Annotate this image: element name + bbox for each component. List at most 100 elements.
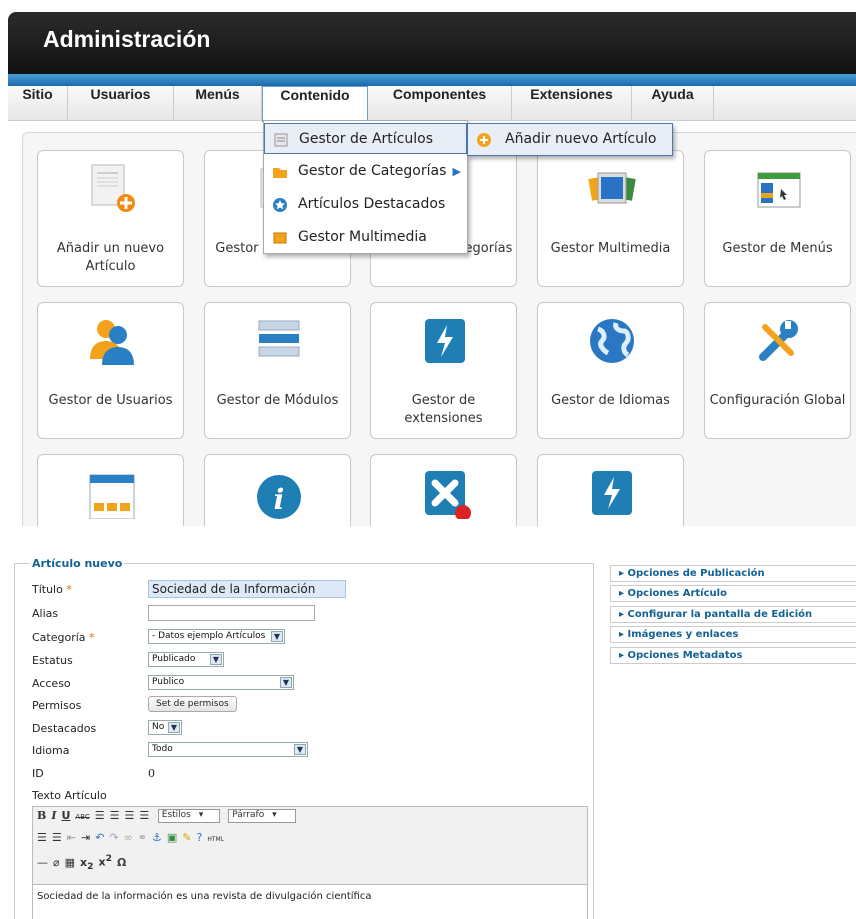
- label-destacados: Destacados: [32, 722, 97, 735]
- chevron-down-icon: ▼: [271, 631, 283, 642]
- estatus-select[interactable]: Publicado ▼: [148, 652, 224, 667]
- editor-toolbar-row-2: ☰ ☰ ⇤ ⇥ ↶ ↷ ∞ ⚭ ⚓ ▣ ✎? HTML: [37, 831, 229, 849]
- editor-content[interactable]: Sociedad de la información es una revist…: [33, 884, 587, 919]
- chevron-down-icon: ▼: [280, 677, 292, 688]
- dd-media-manager[interactable]: Gestor Multimedia: [264, 222, 467, 253]
- submenu-add-article[interactable]: Añadir nuevo Artículo: [467, 123, 673, 156]
- admin-control-panel-screenshot: Administración Sitio Usuarios Menús Cont…: [0, 0, 856, 526]
- tile-system-info[interactable]: i: [204, 454, 351, 526]
- outdent-icon[interactable]: ⇤: [67, 831, 76, 844]
- align-left-icon[interactable]: ☰: [95, 809, 105, 822]
- idioma-select[interactable]: Todo ▼: [148, 742, 308, 757]
- panel-article-options[interactable]: ▸ Opciones Artículo: [610, 585, 856, 602]
- star-icon: [273, 198, 287, 212]
- tile-media-manager[interactable]: Gestor Multimedia: [537, 150, 684, 287]
- styles-select[interactable]: Estilos ▾: [157, 809, 220, 823]
- dd-article-manager[interactable]: Gestor de Artículos: [264, 123, 467, 154]
- destacados-select[interactable]: No ▼: [148, 720, 182, 735]
- panel-images-links[interactable]: ▸ Imágenes y enlaces: [610, 626, 856, 643]
- form-legend: Artículo nuevo: [30, 557, 125, 570]
- panel-metadata-options[interactable]: ▸ Opciones Metadatos: [610, 647, 856, 664]
- article-edit-screenshot: Artículo nuevo Título * Sociedad de la I…: [0, 527, 856, 919]
- folder-icon: [273, 168, 287, 178]
- menu-menus[interactable]: Menús: [174, 86, 262, 121]
- tile-template-manager[interactable]: [37, 454, 184, 526]
- panel-edit-screen-options[interactable]: ▸ Configurar la pantalla de Edición: [610, 606, 856, 623]
- dd-featured-articles[interactable]: Artículos Destacados: [264, 189, 467, 220]
- tile-menu-manager[interactable]: Gestor de Menús: [704, 150, 851, 287]
- media-icon: [273, 232, 287, 244]
- tile-label: Gestor de Menús: [722, 241, 833, 256]
- html-icon[interactable]: HTML: [207, 836, 224, 843]
- strikethrough-icon[interactable]: ABC: [75, 813, 89, 821]
- bold-icon[interactable]: B: [37, 809, 46, 822]
- align-justify-icon[interactable]: ☰: [139, 809, 149, 822]
- add-article-icon: [91, 164, 135, 212]
- remove-format-icon[interactable]: ⌀: [53, 856, 60, 869]
- tile-user-manager[interactable]: Gestor de Usuarios: [37, 302, 184, 439]
- alias-input[interactable]: [148, 605, 315, 621]
- horizontal-rule-icon[interactable]: —: [37, 856, 48, 869]
- menu-componentes[interactable]: Componentes: [368, 86, 512, 121]
- menu-ayuda[interactable]: Ayuda: [632, 86, 714, 121]
- superscript-icon[interactable]: x2: [99, 853, 112, 869]
- dd-category-manager[interactable]: Gestor de Categorías ▶: [264, 156, 467, 187]
- subscript-icon[interactable]: x2: [80, 856, 93, 872]
- tile-global-configuration[interactable]: Configuración Global: [704, 302, 851, 439]
- editor-toolbar-row-1: B I U ABC ☰ ☰ ☰ ☰ Estilos ▾ Párrafo ▾: [37, 809, 301, 827]
- menu-sitio[interactable]: Sitio: [8, 86, 68, 121]
- unlink-icon[interactable]: ⚭: [138, 831, 147, 844]
- italic-icon[interactable]: I: [51, 809, 56, 822]
- label-categoria: Categoría *: [32, 631, 95, 644]
- cleanup-icon[interactable]: ✎: [182, 831, 191, 844]
- tile-language-manager[interactable]: Gestor de Idiomas: [537, 302, 684, 439]
- anchor-icon[interactable]: ⚓: [152, 831, 162, 844]
- chevron-down-icon: ▼: [168, 722, 180, 733]
- format-select[interactable]: Párrafo ▾: [228, 809, 297, 823]
- titulo-input[interactable]: Sociedad de la Información: [148, 580, 346, 598]
- media-icon: [588, 172, 636, 204]
- template-icon: [89, 474, 135, 519]
- rich-text-editor: B I U ABC ☰ ☰ ☰ ☰ Estilos ▾ Párrafo ▾ ☰ ☰ ⇤ ⇥ ↶ ↷ ∞ ⚭ ⚓…: [32, 806, 588, 919]
- help-icon[interactable]: ?: [197, 831, 203, 844]
- page-title: Administración: [43, 26, 211, 52]
- main-menubar: Sitio Usuarios Menús Contenido Component…: [8, 86, 856, 122]
- permissions-button[interactable]: Set de permisos: [148, 696, 237, 712]
- article-icon: [274, 133, 288, 147]
- menu-extensiones[interactable]: Extensiones: [512, 86, 632, 121]
- bullet-list-icon[interactable]: ☰: [37, 831, 47, 844]
- label-permisos: Permisos: [32, 699, 82, 712]
- chevron-down-icon: ▼: [294, 744, 306, 755]
- tile-label: Gestor de Idiomas: [551, 393, 670, 408]
- modules-icon: [258, 320, 300, 357]
- redo-icon[interactable]: ↷: [109, 831, 118, 844]
- label-id: ID: [32, 767, 44, 780]
- tile-module-manager[interactable]: Gestor de Módulos: [204, 302, 351, 439]
- panel-publishing-options[interactable]: ▸ Opciones de Publicación: [610, 565, 856, 582]
- acceso-select[interactable]: Publico ▼: [148, 675, 294, 690]
- menu-usuarios[interactable]: Usuarios: [68, 86, 174, 121]
- tile-label: Añadir un nuevo Artículo: [56, 241, 165, 274]
- joomla-icon: [425, 471, 471, 519]
- admin-header: Administración: [8, 12, 856, 74]
- tile-add-article[interactable]: Añadir un nuevo Artículo: [37, 150, 184, 287]
- menu-contenido[interactable]: Contenido: [262, 86, 368, 122]
- link-icon[interactable]: ∞: [124, 831, 133, 844]
- categoria-select[interactable]: - Datos ejemplo Artículos ▼: [148, 629, 285, 644]
- align-right-icon[interactable]: ☰: [125, 809, 135, 822]
- underline-icon[interactable]: U: [61, 809, 70, 822]
- indent-icon[interactable]: ⇥: [81, 831, 90, 844]
- numbered-list-icon[interactable]: ☰: [52, 831, 62, 844]
- special-char-icon[interactable]: Ω: [117, 856, 126, 869]
- tile-label: Gestor de extensiones: [404, 393, 483, 426]
- tile-label: Gestor de Módulos: [216, 393, 339, 408]
- undo-icon[interactable]: ↶: [95, 831, 104, 844]
- image-icon[interactable]: ▣: [167, 831, 177, 844]
- users-icon: [90, 320, 134, 365]
- tile-joomla-update[interactable]: [370, 454, 517, 526]
- menus-icon: [757, 172, 801, 208]
- align-center-icon[interactable]: ☰: [110, 809, 120, 822]
- visual-aid-icon[interactable]: ▦: [65, 856, 75, 869]
- tile-extension-manager[interactable]: Gestor de extensiones: [370, 302, 517, 439]
- tile-extension-install[interactable]: [537, 454, 684, 526]
